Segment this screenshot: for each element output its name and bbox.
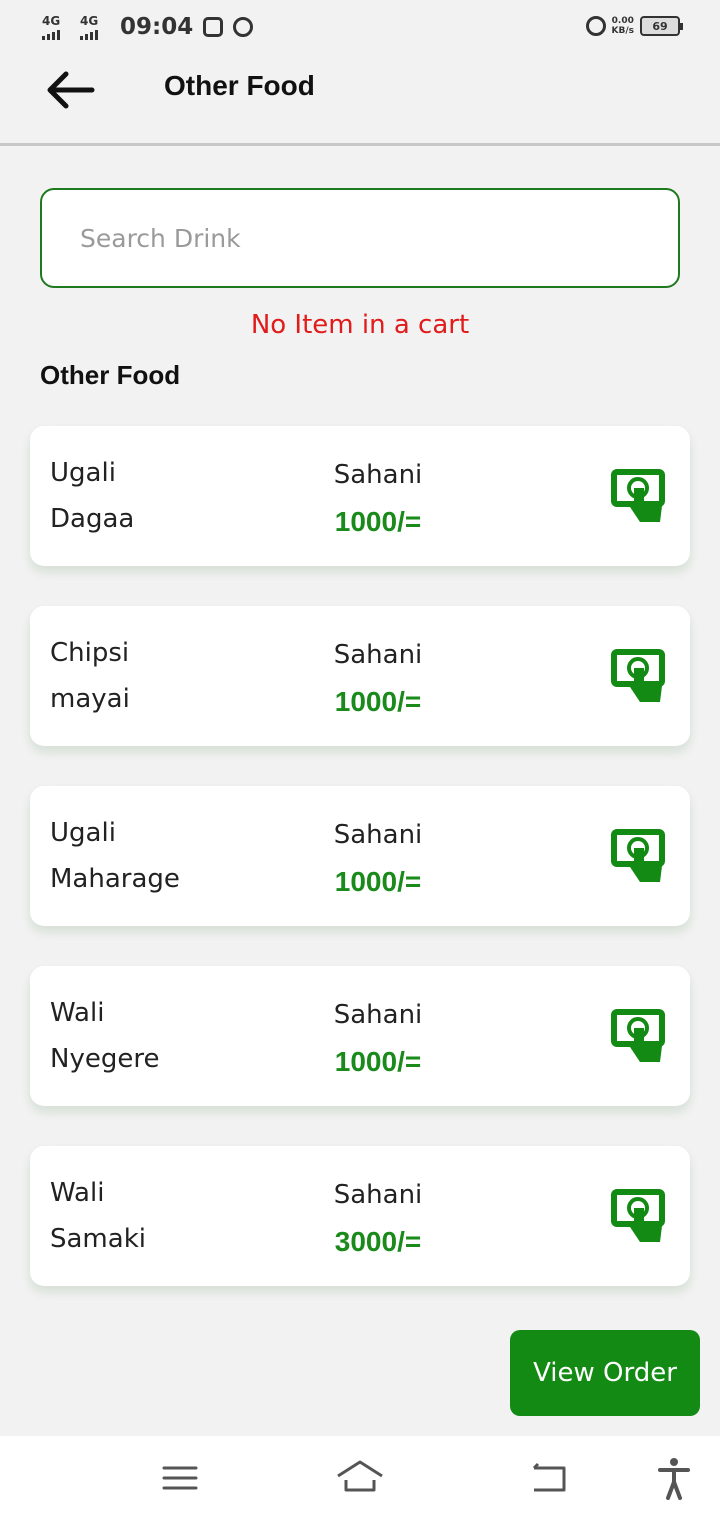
accessibility-icon	[658, 1458, 690, 1500]
food-name-line1: Wali	[50, 998, 105, 1028]
food-name-line2: Dagaa	[50, 504, 135, 534]
back-button[interactable]	[42, 66, 98, 114]
food-unit: Sahani	[333, 820, 423, 850]
food-name-line2: Samaki	[50, 1224, 146, 1254]
page-title: Other Food	[164, 70, 315, 101]
food-name-line2: mayai	[50, 684, 130, 714]
speed-unit: KB/s	[611, 26, 634, 36]
food-name: Wali Samaki	[50, 1170, 280, 1262]
add-to-cart-button[interactable]	[610, 466, 670, 526]
food-item-card: Wali Samaki Sahani 3000/=	[30, 1146, 690, 1286]
back-nav-button[interactable]	[524, 1456, 572, 1500]
network-speed: 0.00 KB/s	[612, 16, 634, 36]
home-icon	[337, 1460, 383, 1492]
food-unit: Sahani	[333, 460, 423, 490]
food-item-card: Wali Nyegere Sahani 1000/=	[30, 966, 690, 1106]
food-price: 1000/=	[334, 506, 422, 537]
system-nav-bar	[0, 1436, 720, 1520]
touch-screen-tap-icon	[611, 1009, 665, 1062]
food-item-card: Ugali Dagaa Sahani 1000/=	[30, 426, 690, 566]
food-unit: Sahani	[333, 1000, 423, 1030]
touch-screen-tap-icon	[611, 829, 665, 882]
food-name: Ugali Dagaa	[50, 450, 280, 542]
food-name-line2: Nyegere	[50, 1044, 160, 1074]
food-name-line2: Maharage	[50, 864, 180, 894]
alarm-icon	[233, 17, 254, 37]
food-name-line1: Chipsi	[50, 638, 130, 668]
food-unit: Sahani	[333, 1180, 423, 1210]
food-name: Chipsi mayai	[50, 630, 280, 722]
accessibility-button[interactable]	[652, 1456, 700, 1500]
food-list: Ugali Dagaa Sahani 1000/= Chipsi mayai S…	[30, 426, 690, 1326]
status-right: 0.00 KB/s 69	[582, 16, 683, 36]
clock: 09:04	[120, 14, 194, 40]
signal-icon: 4G	[80, 14, 112, 40]
menu-icon	[162, 1466, 198, 1490]
back-icon	[532, 1462, 566, 1492]
status-bar: 4G 4G 09:04 0.00 KB/s 69	[0, 0, 720, 56]
battery-icon: 69	[640, 16, 683, 36]
cart-status-message: No Item in a cart	[250, 310, 470, 340]
food-name-line1: Ugali	[50, 818, 116, 848]
network-type: 4G	[42, 14, 61, 28]
food-name: Ugali Maharage	[50, 810, 280, 902]
view-order-button[interactable]: View Order	[510, 1330, 700, 1416]
network-type: 4G	[80, 14, 99, 28]
search-input[interactable]	[80, 218, 640, 258]
search-box[interactable]	[40, 188, 680, 288]
add-to-cart-button[interactable]	[610, 826, 670, 886]
status-left: 4G 4G 09:04	[42, 14, 254, 40]
voice-recorder-icon	[203, 17, 224, 37]
add-to-cart-button[interactable]	[610, 646, 670, 706]
food-name: Wali Nyegere	[50, 990, 280, 1082]
section-title: Other Food	[40, 360, 181, 390]
food-name-line1: Wali	[50, 1178, 105, 1208]
food-item-card: Chipsi mayai Sahani 1000/=	[30, 606, 690, 746]
touch-screen-tap-icon	[611, 1189, 665, 1242]
app-bar: Other Food	[0, 56, 720, 146]
food-price: 1000/=	[334, 686, 422, 717]
add-to-cart-button[interactable]	[610, 1006, 670, 1066]
home-button[interactable]	[336, 1456, 384, 1500]
signal-icon: 4G	[42, 14, 74, 40]
touch-screen-tap-icon	[611, 469, 665, 522]
battery-level: 69	[652, 19, 668, 33]
add-to-cart-button[interactable]	[610, 1186, 670, 1246]
speed-value: 0.00	[611, 16, 634, 26]
food-price: 3000/=	[334, 1226, 422, 1257]
food-price: 1000/=	[334, 866, 422, 897]
touch-screen-tap-icon	[611, 649, 665, 702]
arrow-left-icon	[47, 71, 95, 109]
food-name-line1: Ugali	[50, 458, 116, 488]
alarm-clock-icon	[585, 16, 606, 36]
food-price: 1000/=	[334, 1046, 422, 1077]
food-item-card: Ugali Maharage Sahani 1000/=	[30, 786, 690, 926]
food-unit: Sahani	[333, 640, 423, 670]
menu-button[interactable]	[156, 1456, 204, 1500]
